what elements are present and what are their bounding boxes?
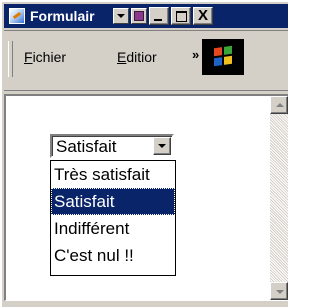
page-content: Satisfait Très satisfait Satisfait Indif… (6, 96, 270, 300)
scroll-down-button[interactable] (270, 282, 288, 300)
throbber-logo (202, 39, 244, 75)
menu-bar: Fichier Editior » (4, 30, 288, 91)
menu-edition[interactable]: Editior (117, 49, 187, 65)
app-icon[interactable] (9, 8, 25, 24)
arrow-up-icon (276, 103, 284, 107)
select-value: Satisfait (56, 137, 117, 156)
window-tile-button[interactable] (131, 8, 147, 24)
menu-fichier-mnemonic: F (24, 49, 33, 65)
menu-overflow-chevron-icon[interactable]: » (192, 47, 199, 62)
select-dropdown-button[interactable] (153, 137, 171, 155)
maximize-button[interactable] (171, 7, 191, 25)
select-dropdown-list: Très satisfait Satisfait Indifférent C'e… (50, 160, 176, 276)
close-button[interactable]: X (193, 7, 213, 25)
windows-flag-icon (214, 45, 232, 67)
option-indifferent[interactable]: Indifférent (51, 215, 175, 242)
menubar-divider (4, 90, 288, 91)
title-bar[interactable]: Formulair X (4, 4, 288, 28)
browser-window: Formulair X Fichier Editior » Satisfait (0, 0, 288, 307)
minimize-button[interactable] (149, 7, 169, 25)
menu-edition-label: ditior (126, 49, 157, 65)
tile-icon (134, 11, 144, 21)
menu-edition-mnemonic: E (117, 49, 127, 65)
chevron-down-icon (117, 14, 125, 18)
status-bar (4, 301, 288, 307)
page-viewport: Satisfait Très satisfait Satisfait Indif… (4, 94, 288, 301)
menu-fichier-label: ichier (32, 49, 67, 65)
option-cest-nul[interactable]: C'est nul !! (51, 242, 175, 269)
menu-fichier[interactable]: Fichier (24, 49, 66, 65)
arrow-down-icon (276, 290, 284, 294)
scroll-up-button[interactable] (270, 96, 288, 114)
title-dropdown-button[interactable] (113, 8, 129, 24)
satisfaction-select[interactable]: Satisfait (50, 134, 174, 158)
chevron-down-icon (158, 144, 166, 148)
window-title: Formulair (30, 8, 95, 24)
vertical-scrollbar[interactable] (270, 96, 288, 300)
menubar-grip[interactable] (8, 41, 13, 77)
option-tres-satisfait[interactable]: Très satisfait (51, 161, 175, 188)
option-satisfait[interactable]: Satisfait (51, 188, 175, 215)
